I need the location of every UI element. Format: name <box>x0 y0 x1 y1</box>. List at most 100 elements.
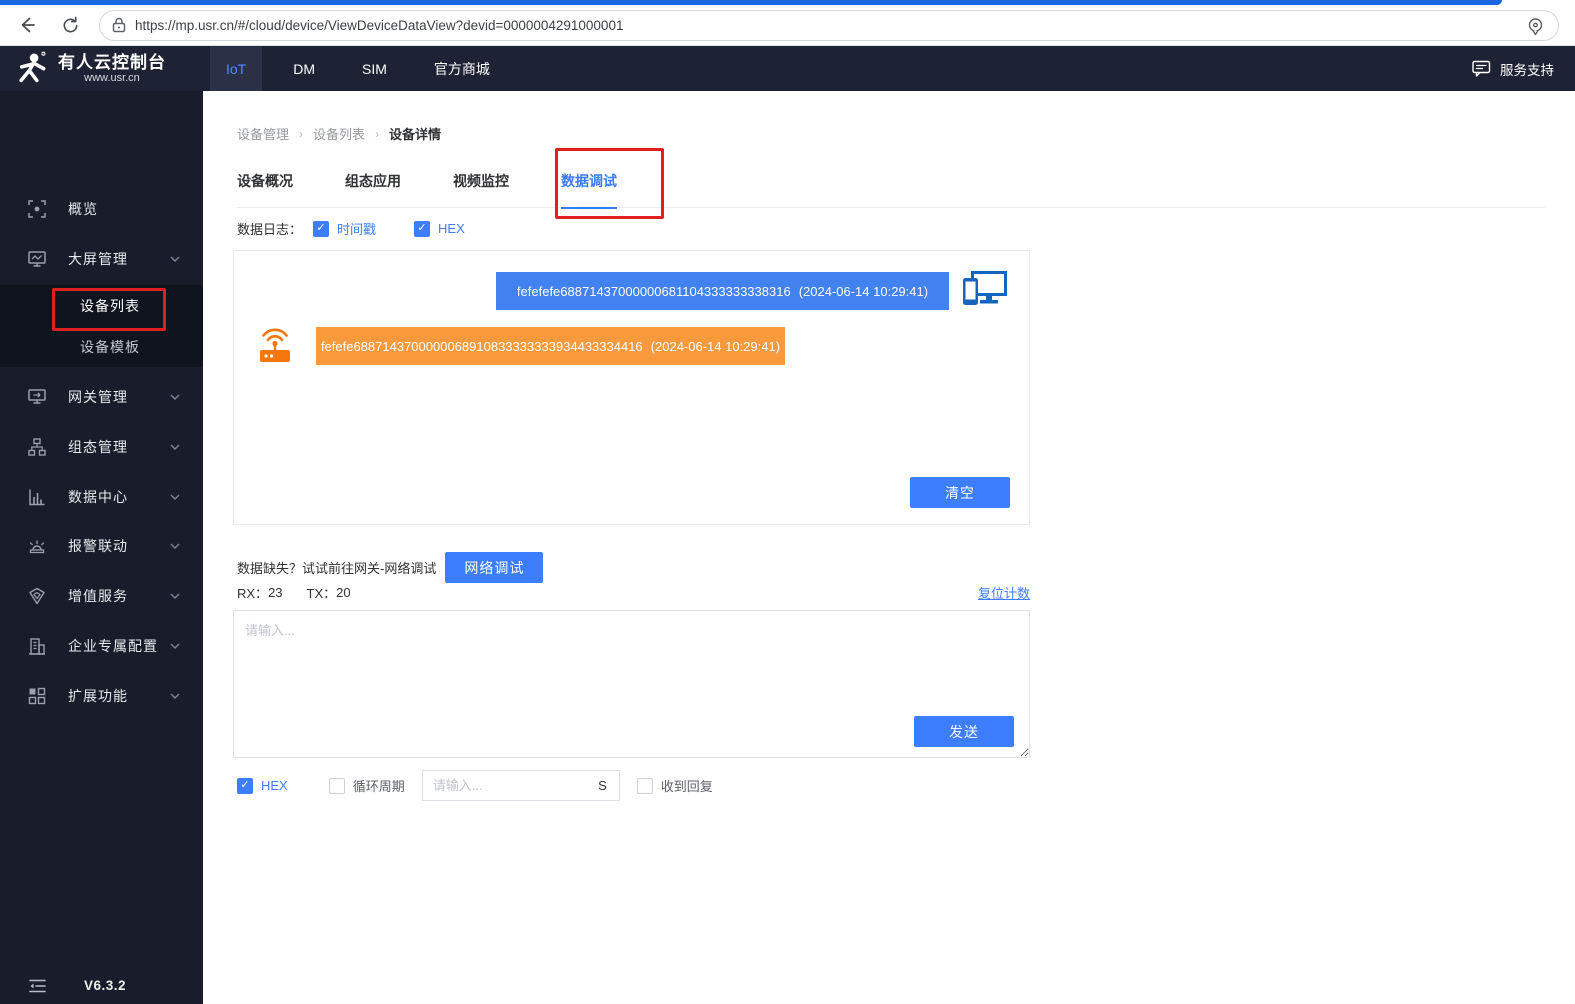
chevron-down-icon <box>170 394 180 400</box>
tab-data-debug[interactable]: 数据调试 <box>561 168 617 209</box>
rx-tx-counters: RX： 23 TX： 20 复位计数 <box>237 583 1030 601</box>
tx-label: TX： <box>306 585 337 601</box>
sidebar-item-extensions[interactable]: 扩展功能 <box>0 671 203 721</box>
app-title: 有人云控制台 <box>58 52 166 72</box>
location-icon[interactable] <box>1525 16 1546 37</box>
sidebar-item-screen-mgmt[interactable]: 大屏管理 <box>0 234 203 284</box>
chevron-down-icon <box>170 494 180 500</box>
chevron-down-icon <box>170 693 180 699</box>
tab-scada-app[interactable]: 组态应用 <box>345 168 401 208</box>
breadcrumb-device-list[interactable]: 设备列表 <box>313 124 365 143</box>
breadcrumb: 设备管理 设备列表 设备详情 <box>237 124 441 143</box>
data-log-label: 数据日志： <box>237 222 303 237</box>
reply-checkbox[interactable] <box>636 777 653 794</box>
network-debug-button[interactable]: 网络调试 <box>445 552 544 583</box>
service-support-button[interactable]: 服务支持 <box>1472 46 1554 91</box>
logo[interactable]: 有人云控制台 www.usr.cn <box>0 46 203 91</box>
cycle-label[interactable]: 循环周期 <box>353 776 405 795</box>
sidebar-subitem-device-list[interactable]: 设备列表 <box>0 285 203 326</box>
nav-tab-dm[interactable]: DM <box>277 46 331 91</box>
clear-button[interactable]: 清空 <box>910 477 1010 508</box>
browser-refresh-button[interactable] <box>56 11 84 39</box>
reply-label[interactable]: 收到回复 <box>661 776 713 795</box>
main-content: 设备管理 设备列表 设备详情 设备概况 组态应用 视频监控 数据调试 数据日志：… <box>203 91 1575 1004</box>
value-added-icon <box>28 587 46 605</box>
sidebar-item-enterprise-config[interactable]: 企业专属配置 <box>0 621 203 671</box>
nav-tab-sim[interactable]: SIM <box>346 46 403 91</box>
chevron-down-icon <box>170 593 180 599</box>
enterprise-icon <box>28 637 46 655</box>
tx-value: 20 <box>336 584 351 600</box>
cycle-input[interactable] <box>422 778 581 793</box>
chevron-down-icon <box>170 444 180 450</box>
version-label: V6.3.2 <box>84 978 127 993</box>
sent-message-time: (2024-06-14 10:29:41) <box>798 283 929 299</box>
breadcrumb-device-mgmt[interactable]: 设备管理 <box>237 124 289 143</box>
received-message-text: fefefe6887143700000068910833333333934433… <box>320 338 643 354</box>
breadcrumb-device-detail: 设备详情 <box>389 127 442 142</box>
breadcrumb-separator <box>299 127 303 141</box>
reset-count-link[interactable]: 复位计数 <box>978 583 1030 602</box>
sidebar: 概览 大屏管理 场景管理 设备管理 设备列表 设备模板 网关管理 <box>0 91 203 1004</box>
timestamp-checkbox[interactable] <box>313 220 330 237</box>
lock-icon <box>112 17 126 33</box>
browser-toolbar: https://mp.usr.cn/#/cloud/device/ViewDev… <box>0 5 1575 46</box>
chat-icon <box>1472 60 1491 77</box>
extension-icon <box>28 687 46 705</box>
hex-log-label[interactable]: HEX <box>438 221 465 236</box>
browser-back-button[interactable] <box>13 11 41 39</box>
refresh-icon <box>63 16 77 32</box>
cycle-checkbox[interactable] <box>328 777 345 794</box>
rx-value: 23 <box>268 584 283 600</box>
breadcrumb-separator <box>375 127 379 141</box>
top-navigation: 有人云控制台 www.usr.cn IoT DM SIM 官方商城 <box>0 46 1575 91</box>
sidebar-item-overview[interactable]: 概览 <box>0 184 203 234</box>
data-log-panel: fefefefe68871437000000681104333333338316… <box>233 250 1030 525</box>
hex-send-label[interactable]: HEX <box>261 778 288 793</box>
detail-tabs: 设备概况 组态应用 视频监控 数据调试 <box>237 168 1545 209</box>
data-missing-hint: 数据缺失？试试前往网关-网络调试 <box>237 561 437 576</box>
overview-icon <box>28 200 46 218</box>
usr-mascot-icon <box>19 51 46 82</box>
url-text: https://mp.usr.cn/#/cloud/device/ViewDev… <box>135 17 624 33</box>
sidebar-item-alarm-linkage[interactable]: 报警联动 <box>0 521 203 571</box>
router-icon <box>254 325 296 367</box>
alarm-icon <box>28 537 46 555</box>
sidebar-subitem-device-template[interactable]: 设备模板 <box>0 326 203 367</box>
data-center-icon <box>28 488 46 506</box>
collapse-sidebar-icon[interactable] <box>29 979 46 993</box>
sent-message-bubble: fefefefe68871437000000681104333333338316… <box>496 272 949 310</box>
received-message-bubble: fefefe6887143700000068910833333333934433… <box>316 327 785 365</box>
nav-tab-iot[interactable]: IoT <box>210 46 263 91</box>
tab-device-overview[interactable]: 设备概况 <box>237 168 293 208</box>
service-support-label: 服务支持 <box>1500 62 1554 78</box>
send-options: HEX 循环周期 S 收到回复 <box>237 770 713 801</box>
address-bar[interactable]: https://mp.usr.cn/#/cloud/device/ViewDev… <box>99 9 1559 41</box>
sidebar-item-value-added[interactable]: 增值服务 <box>0 571 203 621</box>
chevron-down-icon <box>170 543 180 549</box>
sidebar-item-data-center[interactable]: 数据中心 <box>0 472 203 522</box>
chevron-down-icon <box>170 643 180 649</box>
back-arrow-icon <box>21 17 35 33</box>
message-textarea[interactable] <box>233 610 1030 758</box>
timestamp-label[interactable]: 时间戳 <box>337 219 376 238</box>
gateway-icon <box>28 388 46 406</box>
tab-video-monitor[interactable]: 视频监控 <box>453 168 509 208</box>
data-log-options: 数据日志： 时间戳 HEX <box>237 219 465 238</box>
scada-icon <box>28 438 46 456</box>
rx-label: RX： <box>237 585 269 601</box>
hex-log-checkbox[interactable] <box>414 220 431 237</box>
received-message-time: (2024-06-14 10:29:41) <box>650 338 781 354</box>
chevron-down-icon <box>170 256 180 262</box>
sent-message-text: fefefefe68871437000000681104333333338316 <box>516 283 791 299</box>
device-mgmt-submenu: 设备列表 设备模板 <box>0 285 203 367</box>
hex-send-checkbox[interactable] <box>237 777 253 794</box>
nav-tab-official-mall[interactable]: 官方商城 <box>418 46 506 91</box>
top-nav-tabs: IoT DM SIM 官方商城 <box>210 46 506 91</box>
app-subtitle: www.usr.cn <box>84 71 140 84</box>
monitor-phone-icon <box>961 269 1009 311</box>
sidebar-item-gateway-mgmt[interactable]: 网关管理 <box>0 372 203 422</box>
cycle-unit-label: S <box>598 778 607 793</box>
send-button[interactable]: 发送 <box>914 716 1014 747</box>
sidebar-item-scada-mgmt[interactable]: 组态管理 <box>0 422 203 472</box>
